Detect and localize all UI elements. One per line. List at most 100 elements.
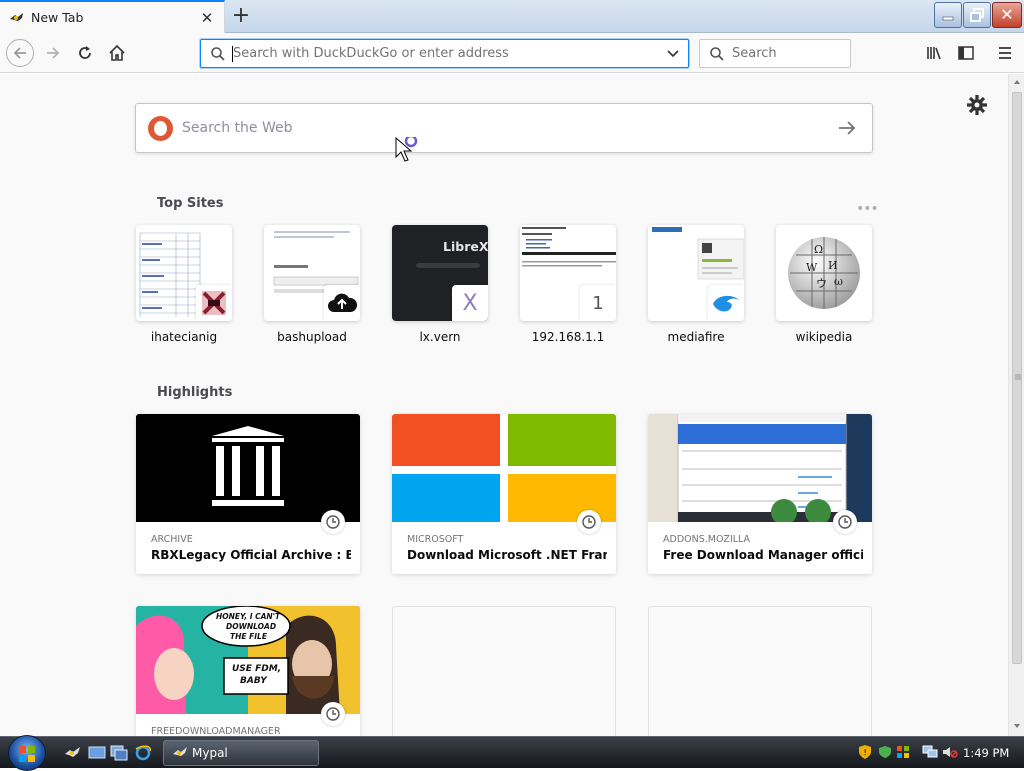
search-bar-placeholder: Search — [732, 46, 777, 61]
svg-text:И: И — [828, 259, 838, 272]
address-bar-placeholder: Search with DuckDuckGo or enter address — [233, 46, 509, 61]
show-desktop-icon[interactable] — [88, 745, 106, 761]
search-icon — [211, 47, 225, 61]
tab-new-tab[interactable]: New Tab ✕ — [0, 0, 225, 33]
restore-button[interactable] — [963, 2, 991, 28]
top-site-tile[interactable]: bashupload — [264, 225, 360, 344]
internet-explorer-icon[interactable] — [134, 745, 152, 761]
comic-text-line: THE FILE — [230, 632, 267, 641]
librex-logo-text: LibreX — [443, 239, 488, 254]
vertical-scrollbar[interactable] — [1008, 74, 1024, 736]
taskbar-clock[interactable]: 1:49 PM — [963, 746, 1009, 760]
browser-window: New Tab ✕ + ✕ Search with DuckDuckGo or … — [0, 0, 1024, 771]
windows-flag-tray-icon[interactable] — [896, 745, 910, 759]
top-site-tile[interactable]: mediafire — [648, 225, 744, 344]
restore-icon — [970, 8, 984, 22]
highlight-card[interactable]: HONEY, I CAN'T DOWNLOAD THE FILE USE FDM… — [136, 606, 360, 736]
tab-strip: New Tab ✕ + ✕ — [0, 0, 1024, 33]
grip-icon — [1015, 374, 1021, 380]
highlight-source: MICROSOFT — [407, 534, 464, 545]
wikipedia-globe-icon: ΩИWウ ω — [788, 237, 860, 309]
mediafire-flame-icon — [713, 295, 739, 312]
search-icon — [710, 47, 724, 61]
scroll-up-arrow-icon[interactable] — [1013, 78, 1021, 86]
site-thumbnail — [136, 225, 232, 321]
top-site-tile[interactable]: LibreX X lx.vern — [392, 225, 488, 344]
highlight-card[interactable]: MICROSOFT Download Microsoft .NET Frame.… — [392, 414, 616, 574]
site-thumbnail — [264, 225, 360, 321]
more-options-icon[interactable]: ••• — [856, 201, 879, 217]
svg-text:ウ: ウ — [816, 277, 827, 290]
history-clock-icon — [321, 702, 345, 726]
taskbar-item-mypal[interactable]: Mypal — [163, 740, 319, 766]
empty-highlight-slot — [648, 606, 872, 736]
svg-text:Ω: Ω — [814, 243, 823, 256]
site-favicon: 1 — [580, 285, 616, 321]
top-site-label: mediafire — [667, 330, 725, 344]
highlight-source: FREEDOWNLOADMANAGER — [151, 726, 281, 736]
comic-text-line: BABY — [240, 676, 267, 686]
top-site-label: bashupload — [277, 330, 347, 344]
close-icon: ✕ — [1000, 5, 1014, 24]
top-site-label: wikipedia — [795, 330, 853, 344]
x-logo-icon: X — [462, 290, 478, 316]
taskbar-item-label: Mypal — [192, 746, 228, 760]
highlight-source: ARCHIVE — [151, 534, 193, 545]
mypal-quicklaunch-icon[interactable] — [64, 745, 82, 761]
windows-logo-icon — [19, 746, 35, 762]
svg-text:!: ! — [864, 748, 867, 757]
chevron-down-icon[interactable] — [666, 48, 680, 60]
library-button[interactable] — [921, 40, 947, 66]
highlight-image — [392, 414, 616, 534]
close-tab-icon[interactable]: ✕ — [200, 9, 214, 27]
volume-muted-icon[interactable] — [942, 745, 958, 759]
highlight-image — [136, 414, 360, 534]
search-bar[interactable]: Search — [699, 39, 851, 68]
top-site-label: 192.168.1.1 — [531, 330, 605, 344]
menu-button[interactable] — [992, 40, 1018, 66]
reload-button[interactable] — [72, 40, 98, 66]
library-icon — [927, 47, 941, 60]
scrollbar-thumb[interactable] — [1012, 92, 1022, 664]
home-button[interactable] — [104, 40, 130, 66]
shield-green-icon[interactable] — [878, 745, 892, 759]
back-button[interactable] — [6, 39, 34, 67]
site-favicon — [196, 285, 232, 321]
start-button[interactable] — [8, 735, 46, 771]
highlight-card[interactable]: ADDONS.MOZILLA Free Download Manager off… — [648, 414, 872, 574]
forward-arrow-icon — [47, 47, 60, 59]
top-site-tile[interactable]: ihatecianig — [136, 225, 232, 344]
red-grid-icon — [202, 291, 226, 315]
network-icon[interactable] — [922, 745, 938, 759]
fdm-screenshot-icon — [648, 414, 872, 525]
svg-text:W: W — [806, 261, 818, 274]
close-window-button[interactable]: ✕ — [992, 2, 1022, 28]
search-field-graphic — [416, 263, 480, 268]
cloud-upload-icon — [328, 293, 357, 312]
site-thumbnail: ΩИWウω — [776, 225, 872, 321]
minimize-icon — [942, 16, 954, 21]
top-site-tile[interactable]: ΩИWウω wikipedia — [776, 225, 872, 344]
archive-building-icon — [212, 426, 284, 506]
web-search-box[interactable]: Search the Web — [135, 103, 873, 153]
new-tab-button[interactable]: + — [230, 3, 252, 29]
mypal-icon — [173, 747, 187, 756]
top-site-tile[interactable]: 1 192.168.1.1 — [520, 225, 616, 344]
highlight-card[interactable]: ARCHIVE RBXLegacy Official Archive : Bit… — [136, 414, 360, 574]
address-bar[interactable]: Search with DuckDuckGo or enter address — [200, 39, 689, 68]
sidebar-button[interactable] — [953, 40, 979, 66]
hamburger-menu-icon — [999, 47, 1011, 59]
scroll-down-arrow-icon[interactable] — [1013, 722, 1021, 730]
arrow-right-icon[interactable] — [836, 117, 858, 139]
security-shield-icon[interactable]: ! — [858, 744, 872, 760]
site-favicon — [324, 285, 360, 321]
minimize-button[interactable] — [934, 2, 962, 28]
forward-button[interactable] — [40, 40, 66, 66]
reload-icon — [79, 46, 91, 59]
new-tab-page: Search the Web Top Sites ••• ihatecianig… — [0, 74, 1008, 736]
svg-text:ω: ω — [834, 275, 843, 288]
switch-windows-icon[interactable] — [110, 745, 128, 761]
top-site-label: ihatecianig — [150, 330, 218, 344]
gear-icon[interactable] — [966, 94, 988, 116]
empty-highlight-slot — [392, 606, 616, 736]
